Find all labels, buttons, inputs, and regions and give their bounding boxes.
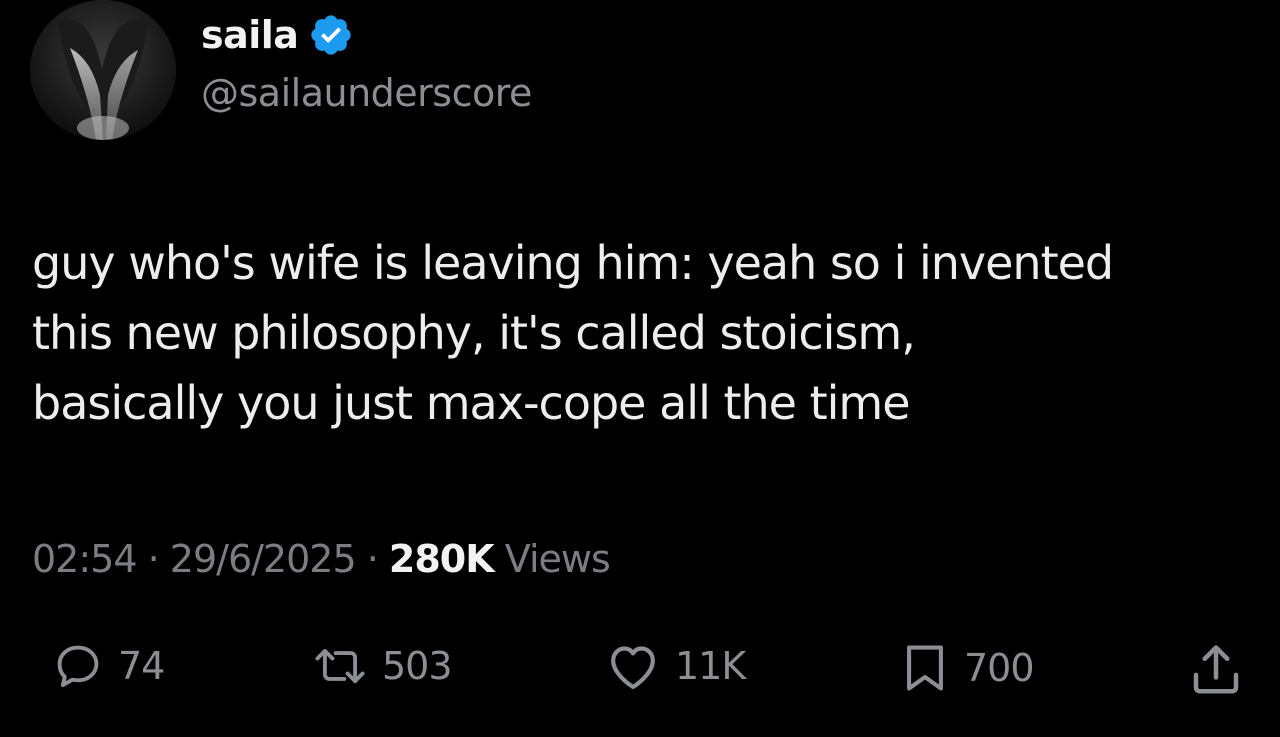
reply-count: 74 [118,644,165,688]
author-handle[interactable]: @sailaunderscore [201,74,532,112]
like-count: 11K [675,644,746,688]
display-name[interactable]: saila [201,16,299,54]
avatar-photo-icon [30,0,176,140]
author-name-row[interactable]: saila [201,12,354,58]
action-bar: 74 503 11K 700 [0,640,1280,710]
verified-badge-icon [311,15,352,55]
tweet-meta: 02:54 · 29/6/2025 · 280K Views [32,537,611,581]
tweet-text-line: basically you just max-cope all the time [32,376,911,430]
repost-icon [315,648,365,684]
views-count[interactable]: 280K [389,537,495,581]
avatar[interactable] [30,0,176,140]
bookmark-icon [907,645,943,691]
reply-button[interactable]: 74 [52,640,165,692]
heart-icon [611,646,655,690]
repost-count: 503 [382,644,453,688]
tweet-text-line: this new philosophy, it's called stoicis… [32,306,916,360]
tweet-text: guy who's wife is leaving him: yeah so i… [32,228,1262,438]
share-button[interactable] [1184,640,1248,700]
repost-button[interactable]: 503 [312,640,453,692]
reply-icon [57,645,99,688]
tweet-text-line: guy who's wife is leaving him: yeah so i… [32,236,1114,290]
tweet-date[interactable]: 29/6/2025 [170,537,357,581]
tweet-time[interactable]: 02:54 [32,537,138,581]
bookmark-count: 700 [964,646,1035,690]
like-button[interactable]: 11K [605,640,746,692]
share-icon [1193,645,1239,694]
meta-separator: · [366,537,379,581]
views-label: Views [504,537,611,581]
meta-separator: · [147,537,160,581]
bookmark-button[interactable]: 700 [900,640,1035,696]
tweet-card: saila @sailaunderscore guy who's wife is… [0,0,1280,737]
